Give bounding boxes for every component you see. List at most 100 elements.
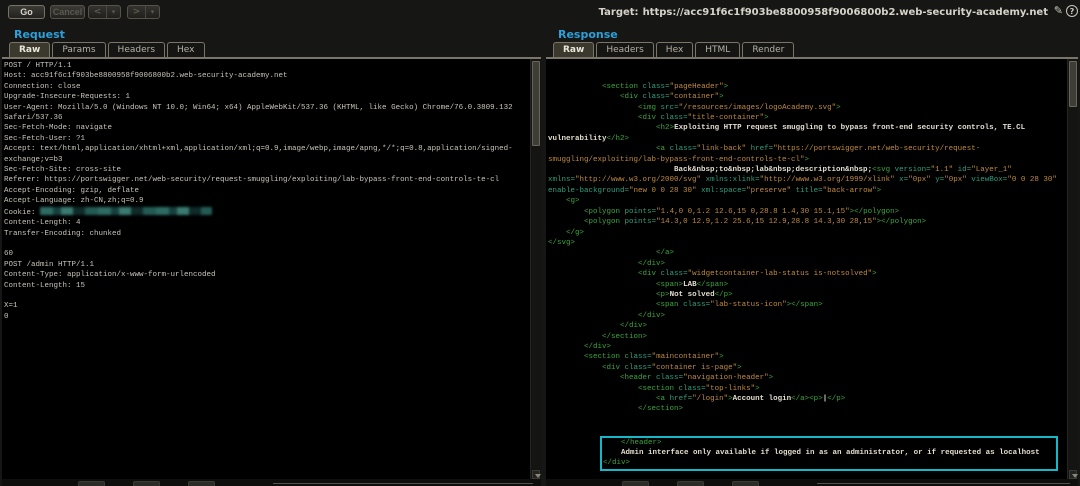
response-line: <img src="/resources/images/logoAcademy.… [548,103,1061,113]
response-line: <section class="top-links"> [548,384,1061,394]
request-content: POST / HTTP/1.1Host: acc91f6c1f903be8800… [2,57,541,479]
search-option-button[interactable] [188,481,215,486]
request-panel: Request RawParamsHeadersHex POST / HTTP/… [2,28,541,486]
request-line: POST / HTTP/1.1 [4,61,522,71]
request-scrollbar-thumb[interactable] [532,61,540,146]
help-icon[interactable]: ? [1066,5,1078,17]
search-option-button[interactable] [78,481,105,486]
request-line: Referer: https://portswigger.net/web-sec… [4,175,522,185]
request-line [4,291,522,301]
request-line: X=1 [4,301,522,311]
edit-target-icon[interactable]: ✎ [1054,4,1063,17]
tab-hex[interactable]: Hex [656,42,693,57]
response-editor[interactable]: <section class="pageHeader"> <div class=… [546,59,1067,479]
response-line: <section class="maincontainer"> [548,352,1061,362]
response-line: Back&nbsp;to&nbsp;lab&nbsp;description&n… [548,165,1061,196]
history-forward-button[interactable]: > ▾ [127,5,160,19]
tab-headers[interactable]: Headers [596,42,653,57]
request-search-bar [2,479,541,486]
request-line: Cookie: [4,207,522,218]
scroll-down-icon[interactable] [532,470,540,479]
response-line: <polygon points="1.4,0 0,1.2 12.6,15 0,2… [548,207,1061,217]
target-bar: Target:https://acc91f6c1f903be8800958f90… [599,7,1048,18]
response-line: <div class="title-container"> [548,113,1061,123]
response-line: <a class="link-back" href="https://ports… [548,144,1061,165]
response-line: </div> [548,342,1061,352]
history-back-button[interactable]: < ▾ [88,5,121,19]
search-option-button[interactable] [622,481,649,486]
request-line: Content-Length: 15 [4,281,522,291]
search-option-button[interactable] [732,481,759,486]
response-scrollbar[interactable] [1067,59,1078,479]
response-line: <h2>Exploiting HTTP request smuggling to… [548,123,1061,144]
response-content: <section class="pageHeader"> <div class=… [546,57,1078,479]
request-line: Accept-Language: zh-CN,zh;q=0.9 [4,196,522,206]
response-line: <div class="container"> [548,92,1061,102]
request-tabs: RawParamsHeadersHex [9,42,541,57]
request-line: Content-Length: 4 [4,218,522,228]
request-line: 0 [4,312,522,322]
request-line: Sec-Fetch-Site: cross-site [4,165,522,175]
response-line: </header> [603,438,1055,448]
request-line: Accept: text/html,application/xhtml+xml,… [4,144,522,165]
response-line: <p>Not solved</p> [548,290,1061,300]
request-line: Sec-Fetch-Mode: navigate [4,123,522,133]
response-line: <span class="lab-status-icon"></span> [548,300,1061,310]
request-line: Sec-Fetch-User: ?1 [4,134,522,144]
response-line: </div> [603,458,1055,468]
tab-hex[interactable]: Hex [167,42,204,57]
request-line: Host: acc91f6c1f903be8800958f9006800b2.w… [4,71,522,81]
scroll-down-icon[interactable] [1069,470,1077,479]
response-tabs: RawHeadersHexHTMLRender [553,42,1078,57]
response-line: <g> [548,196,1061,206]
tab-render[interactable]: Render [742,42,794,57]
tab-params[interactable]: Params [52,42,105,57]
go-button[interactable]: Go [8,5,45,19]
response-line: <section class="pageHeader"> [548,82,1061,92]
response-search-bar [546,479,1078,486]
request-scrollbar[interactable] [530,59,541,479]
tab-raw[interactable]: Raw [553,42,594,57]
cancel-button[interactable]: Cancel [50,5,85,19]
response-line: </svg> [548,238,1061,248]
toolbar: Go Cancel < ▾ > ▾ Target:https://acc91f6… [0,0,1080,28]
request-line [4,239,522,249]
response-line: </g> [548,228,1061,238]
request-line: User-Agent: Mozilla/5.0 (Windows NT 10.0… [4,103,522,124]
search-option-button[interactable] [677,481,704,486]
request-line: Connection: close [4,82,522,92]
response-line: </section> [548,332,1061,342]
target-label: Target: [599,7,639,18]
response-scrollbar-thumb[interactable] [1069,61,1077,107]
tab-html[interactable]: HTML [695,42,740,57]
response-line: Admin interface only available if logged… [603,448,1055,458]
tab-raw[interactable]: Raw [9,42,50,57]
request-line: Content-Type: application/x-www-form-url… [4,270,522,280]
response-line: </section> [548,404,1061,414]
response-line: <polygon points="14.3,0 12.9,1.2 25.6,15… [548,217,1061,227]
response-panel-title: Response [558,28,1078,42]
search-option-button[interactable] [133,481,160,486]
chevron-down-icon[interactable]: ▾ [146,6,159,18]
response-line: </div> [548,321,1061,331]
request-editor[interactable]: POST / HTTP/1.1Host: acc91f6c1f903be8800… [2,59,530,479]
response-highlight-box[interactable]: </header> Admin interface only available… [600,436,1058,471]
history-back-label: < [89,6,107,18]
response-line: </div> [548,259,1061,269]
response-code-pre: <section class="pageHeader"> <div class=… [548,82,1061,415]
response-line: <div class="widgetcontainer-lab-status i… [548,269,1061,279]
redacted-cookie-value [40,207,212,215]
request-line: 60 [4,249,522,259]
request-line: Transfer-Encoding: chunked [4,229,522,239]
tab-headers[interactable]: Headers [108,42,165,57]
response-line: <a href="/login">Account login</a><p>|</… [548,394,1061,404]
history-forward-label: > [128,6,146,18]
request-panel-title: Request [14,28,541,42]
response-line: <header class="navigation-header"> [548,373,1061,383]
response-line: </a> [548,248,1061,258]
response-line: <div class="container is-page"> [548,363,1061,373]
chevron-down-icon[interactable]: ▾ [107,6,120,18]
response-panel: Response RawHeadersHexHTMLRender <sectio… [546,28,1078,486]
request-line: POST /admin HTTP/1.1 [4,260,522,270]
response-line: <span>LAB</span> [548,280,1061,290]
